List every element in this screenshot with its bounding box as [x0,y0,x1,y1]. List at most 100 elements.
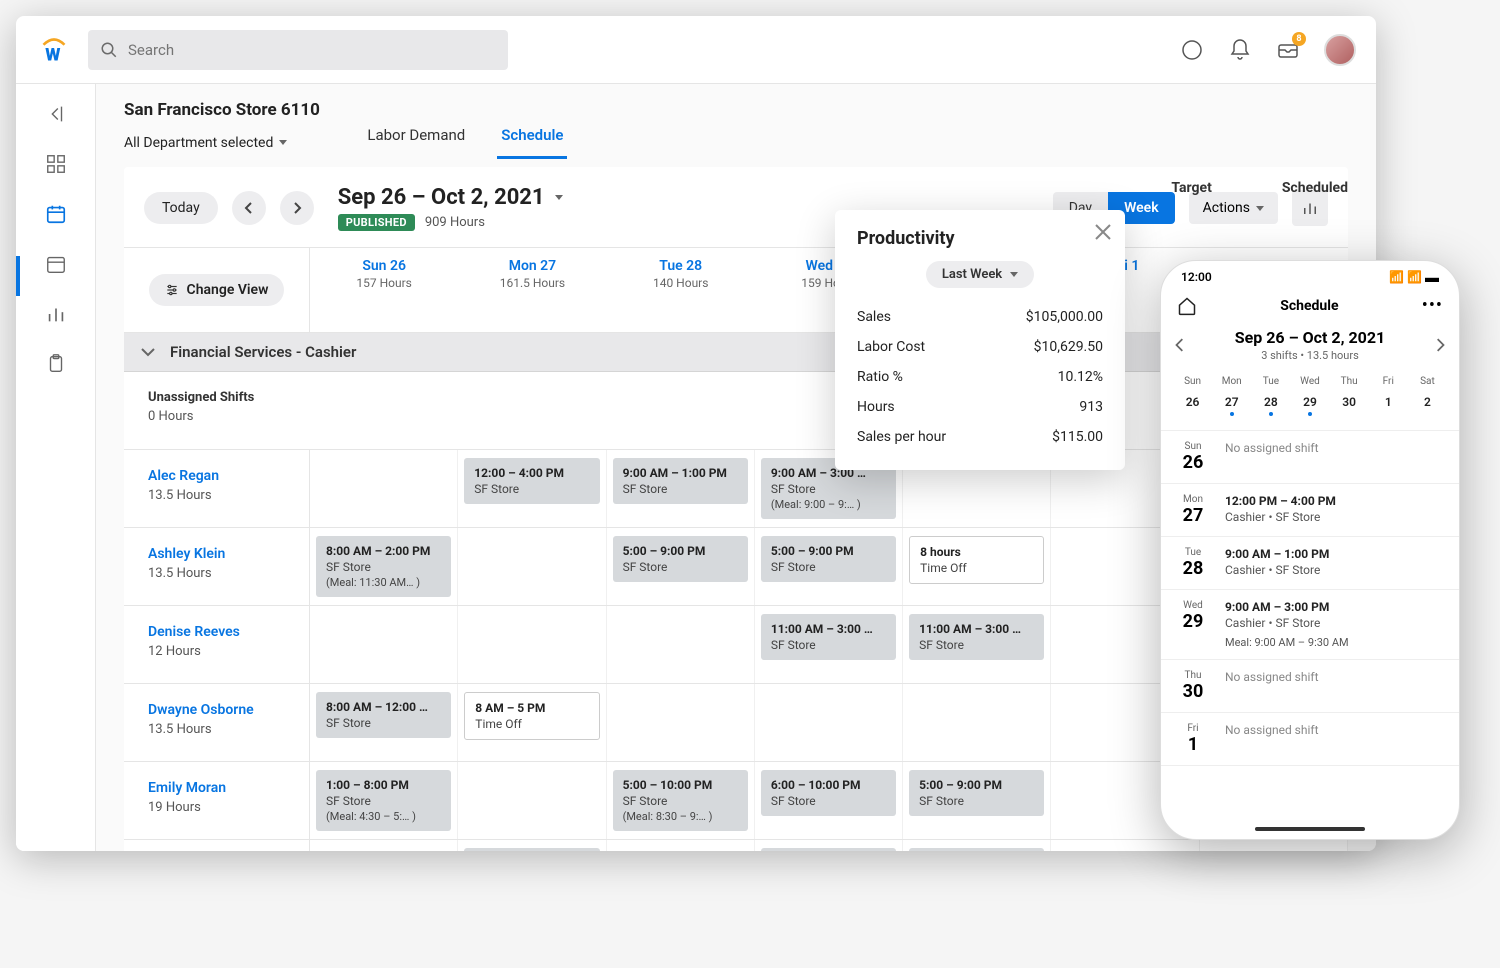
shift-cell[interactable]: 11:00 AM – 3:00 …SF Store [903,606,1051,683]
phone-day[interactable]: 26 [1173,391,1212,420]
shift-cell[interactable] [310,450,458,527]
inbox-icon[interactable]: 8 [1276,38,1300,62]
calendar-alt-icon[interactable] [44,252,68,276]
day-header-tue[interactable]: Tue 28140 Hours [607,248,755,332]
shift-cell[interactable] [310,606,458,683]
dashboard-icon[interactable] [44,152,68,176]
phone-shift-item[interactable]: Wed299:00 AM – 3:00 PMCashier • SF Store… [1161,590,1459,660]
shift-cell[interactable] [607,606,755,683]
today-button[interactable]: Today [144,192,218,224]
phone-day[interactable]: 2 [1408,391,1447,420]
shift-block[interactable]: 6:00 – 10:00 PMSF Store [761,770,896,816]
schedule-icon[interactable] [44,202,68,226]
shift-block[interactable]: 11:00 AM – 3:00 …SF Store [761,614,896,660]
shift-cell[interactable]: 12:00 – 4:00 PMSF Store [458,450,606,527]
shift-cell[interactable] [458,606,606,683]
phone-shift-item[interactable]: Fri1No assigned shift [1161,713,1459,766]
avatar[interactable] [1324,34,1356,66]
shift-cell[interactable]: 9:00 AM – 1:00 PMSF Store [607,450,755,527]
search-box[interactable] [88,30,508,70]
shift-cell[interactable]: 5:00 – 10:00 PMSF Store(Meal: 8:30 – 9:…… [607,762,755,839]
shift-cell[interactable]: 12:00 – 4:00 PM [755,840,903,851]
shift-cell[interactable]: 8 AM – 5 PMTime Off [458,684,606,761]
shift-cell[interactable] [458,528,606,605]
shift-block-open[interactable]: 8 AM – 5 PMTime Off [464,692,599,740]
shift-cell[interactable]: 1:00 – 8:00 PMSF Store(Meal: 4:30 – 5:… … [310,762,458,839]
productivity-metric: Hours913 [857,392,1103,422]
employee-name-link[interactable]: Ashley Klein [148,546,309,562]
tab-schedule[interactable]: Schedule [497,126,567,159]
shift-block[interactable]: 8:00 AM – 12:00 …SF Store [316,692,451,738]
phone-shift-item[interactable]: Thu30No assigned shift [1161,660,1459,713]
productivity-metric: Sales per hour$115.00 [857,422,1103,452]
employee-name-link[interactable]: Alec Regan [148,468,309,484]
phone-day[interactable]: 27 [1212,391,1251,420]
prev-week-button[interactable] [232,191,266,225]
range-selector[interactable]: Last Week [926,261,1034,288]
next-icon[interactable] [1433,338,1447,352]
phone-subtitle: 3 shifts • 13.5 hours [1235,349,1385,362]
caret-down-icon[interactable] [555,195,563,200]
shift-block[interactable]: 5:00 – 9:00 PMSF Store [909,770,1044,816]
shift-cell[interactable] [458,762,606,839]
home-icon[interactable] [1177,296,1197,316]
shift-cell[interactable] [903,684,1051,761]
shift-cell[interactable] [607,684,755,761]
actions-button[interactable]: Actions [1189,192,1278,224]
department-selector[interactable]: All Department selected [124,135,287,151]
shift-cell[interactable]: 8:00 AM – 12:00 … [903,840,1051,851]
next-week-button[interactable] [280,191,314,225]
shift-cell[interactable]: 6:00 – 10:00 PMSF Store [755,762,903,839]
shift-cell[interactable]: 5:00 – 9:00 PMSF Store [755,528,903,605]
shift-cell[interactable]: 8 hoursTime Off [903,528,1051,605]
phone-day[interactable]: 30 [1330,391,1369,420]
clipboard-icon[interactable] [44,352,68,376]
shift-cell[interactable]: 11:00 AM – 3:00 …SF Store [755,606,903,683]
chat-icon[interactable] [1180,38,1204,62]
shift-block[interactable]: 12:00 – 4:00 PM [464,848,599,851]
shift-cell[interactable]: 5:00 – 9:00 PMSF Store [903,762,1051,839]
prev-icon[interactable] [1173,338,1187,352]
shift-block-open[interactable]: 8 hoursTime Off [909,536,1044,584]
day-header-sun[interactable]: Sun 26157 Hours [310,248,458,332]
employee-name-link[interactable]: Dwayne Osborne [148,702,309,718]
shift-cell[interactable] [1051,840,1199,851]
logo-icon[interactable]: W [36,32,72,68]
analytics-icon[interactable] [44,302,68,326]
close-button[interactable] [1093,222,1113,242]
shift-block[interactable]: 5:00 – 10:00 PMSF Store(Meal: 8:30 – 9:…… [613,770,748,831]
phone-day[interactable]: 29 [1290,391,1329,420]
shift-cell[interactable]: 8:00 AM – 12:00 …SF Store [310,684,458,761]
change-view-button[interactable]: Change View [149,274,285,306]
shift-cell[interactable]: 8:00 AM – 2:00 PMSF Store(Meal: 11:30 AM… [310,528,458,605]
employee-hours: 19 Hours [148,800,309,815]
shift-block[interactable]: 12:00 – 4:00 PMSF Store [464,458,599,504]
shift-cell[interactable] [310,840,458,851]
shift-cell[interactable]: 12:00 – 4:00 PM [458,840,606,851]
collapse-icon[interactable] [44,102,68,126]
search-input[interactable] [128,41,496,59]
shift-cell[interactable] [1200,840,1348,851]
shift-block[interactable]: 12:00 – 4:00 PM [761,848,896,851]
shift-block[interactable]: 8:00 AM – 2:00 PMSF Store(Meal: 11:30 AM… [316,536,451,597]
tab-labor-demand[interactable]: Labor Demand [363,126,469,159]
shift-block[interactable]: 5:00 – 9:00 PMSF Store [761,536,896,582]
shift-cell[interactable]: 5:00 – 9:00 PMSF Store [607,528,755,605]
shift-block[interactable]: 1:00 – 8:00 PMSF Store(Meal: 4:30 – 5:… … [316,770,451,831]
shift-cell[interactable] [755,684,903,761]
bell-icon[interactable] [1228,38,1252,62]
shift-block[interactable]: 9:00 AM – 1:00 PMSF Store [613,458,748,504]
phone-day[interactable]: 1 [1369,391,1408,420]
employee-name-link[interactable]: Denise Reeves [148,624,309,640]
phone-day[interactable]: 28 [1251,391,1290,420]
employee-name-link[interactable]: Emily Moran [148,780,309,796]
shift-cell[interactable] [607,840,755,851]
shift-block[interactable]: 8:00 AM – 12:00 … [909,848,1044,851]
more-icon[interactable]: ••• [1422,295,1443,316]
phone-shift-item[interactable]: Tue289:00 AM – 1:00 PMCashier • SF Store [1161,537,1459,590]
shift-block[interactable]: 11:00 AM – 3:00 …SF Store [909,614,1044,660]
shift-block[interactable]: 5:00 – 9:00 PMSF Store [613,536,748,582]
phone-shift-item[interactable]: Mon2712:00 PM – 4:00 PMCashier • SF Stor… [1161,484,1459,537]
day-header-mon[interactable]: Mon 27161.5 Hours [458,248,606,332]
phone-shift-item[interactable]: Sun26No assigned shift [1161,431,1459,484]
